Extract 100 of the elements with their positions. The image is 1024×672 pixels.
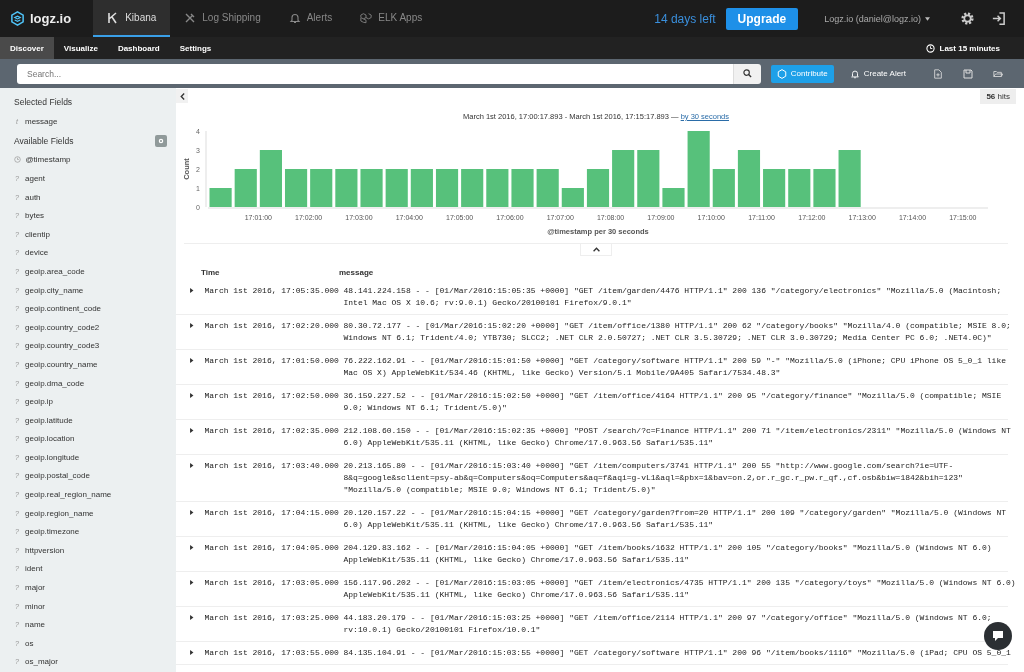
nav-tab[interactable]: ELK Apps bbox=[346, 0, 437, 37]
field-item[interactable]: major bbox=[25, 583, 45, 593]
expand-icon[interactable] bbox=[190, 510, 194, 515]
time-cell: March 1st 2016, 17:01:50.000 bbox=[204, 355, 339, 367]
field-item[interactable]: geoip.city_name bbox=[25, 285, 84, 295]
field-item[interactable]: geoip.continent_code bbox=[25, 304, 102, 314]
field-item[interactable]: geoip.ip bbox=[25, 397, 54, 407]
field-item[interactable]: name bbox=[25, 620, 45, 630]
chart-bar[interactable] bbox=[511, 169, 534, 207]
field-item[interactable]: geoip.real_region_name bbox=[25, 490, 112, 500]
collapse-chart-button[interactable] bbox=[580, 244, 612, 256]
field-item[interactable]: geoip.dma_code bbox=[25, 378, 85, 388]
expand-icon[interactable] bbox=[190, 580, 194, 585]
chart-bar[interactable] bbox=[813, 169, 836, 207]
field-item[interactable]: geoip.country_code2 bbox=[25, 322, 100, 332]
chart-bar[interactable] bbox=[763, 169, 786, 207]
field-item[interactable]: auth bbox=[25, 192, 41, 202]
new-document-icon[interactable] bbox=[933, 68, 943, 79]
time-cell: March 1st 2016, 17:02:50.000 bbox=[204, 390, 339, 402]
field-item[interactable]: geoip.longitude bbox=[25, 452, 80, 462]
message-cell: 204.129.83.162 - - [01/Mar/2016:15:04:05 +0000] "GET /item/books/1632 HTTP/1.1" 200 105 "/category/books" "Mozilla/5.0 (Windows NT 6.0) AppleWebKit/535.11 (KHTML, like Gecko) Chrome/17.0.963.56 Safari/535.11" bbox=[343, 542, 992, 566]
chart-bar[interactable] bbox=[259, 150, 282, 207]
nav-tab[interactable]: Kibana bbox=[93, 0, 171, 37]
field-item[interactable]: minor bbox=[25, 601, 45, 611]
chart-bar[interactable] bbox=[536, 169, 559, 207]
chart-bar[interactable] bbox=[662, 188, 685, 207]
chart-bar[interactable] bbox=[737, 150, 761, 207]
time-cell: March 1st 2016, 17:03:05.000 bbox=[204, 577, 339, 589]
field-item[interactable]: device bbox=[25, 248, 49, 258]
chart-bar[interactable] bbox=[310, 169, 333, 207]
logo-icon bbox=[10, 11, 25, 26]
expand-icon[interactable] bbox=[190, 358, 194, 363]
time-cell: March 1st 2016, 17:03:25.000 bbox=[204, 612, 339, 624]
nav-tab[interactable]: Log Shipping bbox=[170, 0, 275, 37]
collapse-sidebar-button[interactable] bbox=[176, 89, 188, 103]
chart-bar[interactable] bbox=[461, 169, 484, 207]
subnav-tab[interactable]: Dashboard bbox=[107, 37, 170, 59]
settings-icon[interactable] bbox=[960, 11, 975, 26]
expand-icon[interactable] bbox=[190, 650, 194, 655]
field-item[interactable]: httpversion bbox=[25, 545, 65, 555]
save-icon[interactable] bbox=[963, 68, 973, 79]
folder-icon[interactable] bbox=[993, 68, 1003, 79]
chart-bar[interactable] bbox=[788, 169, 811, 207]
column-header[interactable]: message bbox=[339, 268, 374, 278]
chart-bar[interactable] bbox=[410, 169, 433, 207]
chart-bar[interactable] bbox=[687, 131, 710, 207]
field-item[interactable]: geoip.timezone bbox=[25, 527, 80, 537]
expand-icon[interactable] bbox=[190, 288, 194, 293]
subnav-tab[interactable]: Visualize bbox=[53, 37, 108, 59]
field-item[interactable]: os_major bbox=[25, 657, 58, 667]
field-item[interactable]: @timestamp bbox=[25, 155, 71, 165]
subnav-tab[interactable]: Discover bbox=[0, 37, 54, 59]
logout-icon[interactable] bbox=[991, 11, 1006, 26]
chart-bar[interactable] bbox=[612, 150, 635, 207]
field-item[interactable]: agent bbox=[25, 174, 46, 183]
column-header[interactable]: Time bbox=[201, 268, 339, 278]
chart-bar[interactable] bbox=[234, 169, 257, 207]
expand-icon[interactable] bbox=[190, 428, 194, 433]
expand-icon[interactable] bbox=[190, 393, 194, 398]
expand-icon[interactable] bbox=[190, 615, 194, 620]
chart-bar[interactable] bbox=[360, 169, 383, 207]
field-item[interactable]: message bbox=[25, 116, 58, 126]
chart-bar[interactable] bbox=[586, 169, 610, 207]
field-item[interactable]: geoip.region_name bbox=[25, 508, 94, 518]
field-item[interactable]: os bbox=[25, 638, 34, 648]
field-item[interactable]: geoip.latitude bbox=[25, 415, 73, 425]
message-cell: 20.120.157.22 - - [01/Mar/2016:15:04:15 +0000] "GET /category/garden?from=20 HTTP/1.1" 200 109 "/category/garden" "Mozilla/5.0 (Windows NT 6.0) AppleWebKit/535.11 (KHTML, like Gecko) Chrome/17.0.963.56 Safari/535.11" bbox=[343, 507, 1006, 531]
user-menu[interactable]: Logz.io (daniel@logz.io) bbox=[818, 12, 936, 25]
chart-bar[interactable] bbox=[637, 150, 660, 207]
clock-icon bbox=[925, 43, 935, 53]
create-alert-button[interactable]: Create Alert bbox=[843, 67, 912, 80]
field-item[interactable]: geoip.location bbox=[25, 434, 75, 444]
time-picker[interactable]: Last 15 minutes bbox=[919, 42, 1006, 54]
field-item[interactable]: clientip bbox=[25, 229, 50, 239]
search-button[interactable] bbox=[732, 63, 761, 84]
chart-bar[interactable] bbox=[385, 169, 408, 207]
chart-bar[interactable] bbox=[285, 169, 308, 207]
nav-tab[interactable]: Alerts bbox=[274, 0, 347, 37]
chart-bar[interactable] bbox=[335, 169, 358, 207]
chart-bar[interactable] bbox=[209, 188, 232, 207]
field-settings-button[interactable] bbox=[155, 134, 167, 147]
field-item[interactable]: ident bbox=[25, 564, 43, 574]
field-item[interactable]: geoip.postal_code bbox=[25, 471, 90, 481]
field-item[interactable]: geoip.country_name bbox=[25, 359, 98, 369]
subnav-tab[interactable]: Settings bbox=[169, 37, 222, 59]
field-item[interactable]: bytes bbox=[25, 211, 45, 221]
field-item[interactable]: geoip.country_code3 bbox=[25, 341, 100, 351]
time-cell: March 1st 2016, 17:02:20.000 bbox=[204, 320, 339, 332]
chart-bar[interactable] bbox=[838, 150, 861, 207]
chart-bar[interactable] bbox=[486, 169, 509, 207]
chart-bar[interactable] bbox=[712, 169, 735, 207]
expand-icon[interactable] bbox=[190, 545, 194, 550]
help-chat-button[interactable] bbox=[984, 622, 1012, 650]
chart-bar[interactable] bbox=[561, 188, 584, 207]
expand-icon[interactable] bbox=[190, 323, 194, 328]
search-field[interactable]: Search... bbox=[17, 63, 733, 84]
chart-bar[interactable] bbox=[435, 169, 459, 207]
field-item[interactable]: geoip.area_code bbox=[25, 266, 85, 276]
expand-icon[interactable] bbox=[190, 463, 194, 468]
time-cell: March 1st 2016, 17:04:05.000 bbox=[204, 542, 339, 554]
